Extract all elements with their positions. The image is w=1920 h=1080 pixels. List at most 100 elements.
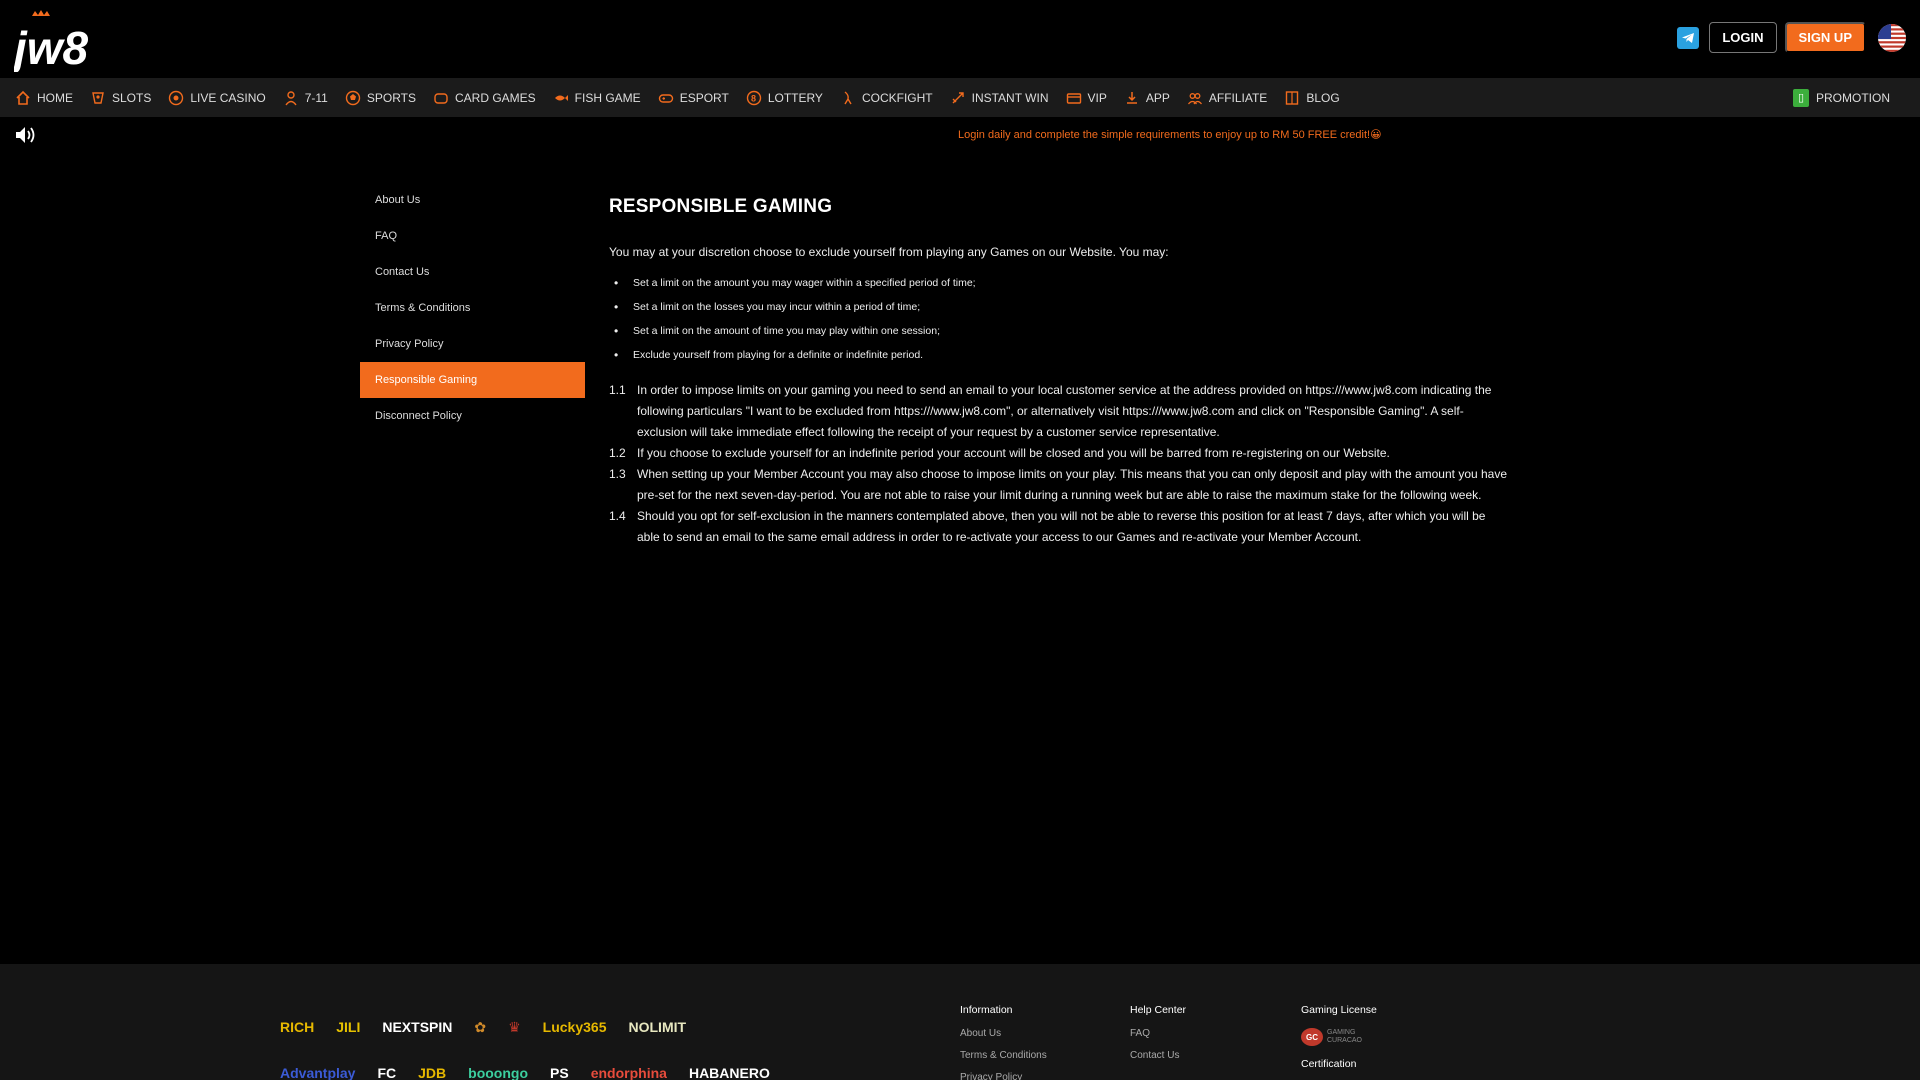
sidebar-item-contact-us[interactable]: Contact Us <box>360 254 585 290</box>
gc-badge: GC <box>1301 1028 1323 1046</box>
list-item: Set a limit on the amount you may wager … <box>609 275 1509 299</box>
nav-item-esport[interactable]: ESPORT <box>657 78 729 117</box>
clauses-list: 1.1 In order to impose limits on your ga… <box>609 380 1509 548</box>
footer-information: Information About Us Terms & Conditions … <box>960 1004 1047 1080</box>
nav-label: CARD GAMES <box>454 90 536 105</box>
list-item: Exclude yourself from playing for a defi… <box>609 347 1509 371</box>
nav-label: VIP <box>1087 90 1107 105</box>
clause-item: 1.3 When setting up your Member Account … <box>609 464 1509 506</box>
site-header: jw8 LOGIN SIGN UP <box>0 0 1920 78</box>
app-icon <box>1123 89 1141 107</box>
nav-label: HOME <box>37 90 73 105</box>
nav-label: 7-11 <box>304 90 328 105</box>
provider-logo: JDB <box>418 1065 447 1080</box>
nav-item-slots[interactable]: SLOTS <box>89 78 151 117</box>
nav-item-7-11[interactable]: 7-11 <box>282 78 328 117</box>
provider-logo: endorphina <box>590 1065 667 1080</box>
sports-icon <box>344 89 362 107</box>
blog-icon <box>1283 89 1301 107</box>
lottery-icon: 8 <box>745 89 763 107</box>
provider-logo: Lucky365 <box>542 1019 607 1035</box>
list-item: Set a limit on the losses you may incur … <box>609 299 1509 323</box>
footer-link-privacy-policy[interactable]: Privacy Policy <box>960 1072 1047 1080</box>
us-flag-icon[interactable] <box>1878 23 1906 52</box>
live-casino-icon <box>167 89 185 107</box>
nav-label: LIVE CASINO <box>190 90 266 105</box>
nav-item-fish-game[interactable]: FISH GAME <box>552 78 641 117</box>
speaker-icon[interactable] <box>14 124 40 146</box>
nav-item-vip[interactable]: VIP <box>1065 78 1107 117</box>
telegram-icon[interactable] <box>1677 26 1700 49</box>
login-button[interactable]: LOGIN <box>1709 22 1777 53</box>
provider-logo: HABANERO <box>688 1065 770 1080</box>
clause-item: 1.4 Should you opt for self-exclusion in… <box>609 506 1509 548</box>
intro-paragraph: You may at your discretion choose to exc… <box>609 245 1169 259</box>
nav-item-lottery[interactable]: 8 LOTTERY <box>745 78 823 117</box>
slots-icon <box>89 89 107 107</box>
footer-link-about-us[interactable]: About Us <box>960 1028 1047 1039</box>
sidebar-item-about-us[interactable]: About Us <box>360 182 585 218</box>
provider-logo: NOLIMIT <box>628 1019 687 1035</box>
seven-eleven-icon <box>282 89 300 107</box>
provider-logo: FC <box>377 1065 397 1080</box>
game-providers: RICH JILI NEXTSPIN ✿ ♛ Lucky365 NOLIMIT Advant… <box>280 1004 780 1080</box>
jw8-logo[interactable]: jw8 <box>9 8 104 74</box>
clause-item: 1.1 In order to impose limits on your ga… <box>609 380 1509 443</box>
sidebar-item-terms-conditions[interactable]: Terms & Conditions <box>360 290 585 326</box>
sidebar-item-privacy-policy[interactable]: Privacy Policy <box>360 326 585 362</box>
providers-row: RICH JILI NEXTSPIN ✿ ♛ Lucky365 NOLIMIT <box>280 1004 780 1050</box>
footer-link-contact-us[interactable]: Contact Us <box>1130 1050 1186 1061</box>
instant-win-icon <box>949 89 967 107</box>
nav-item-cockfight[interactable]: COCKFIGHT <box>839 78 933 117</box>
nav-item-live-casino[interactable]: LIVE CASINO <box>167 78 266 117</box>
nav-item-app[interactable]: APP <box>1123 78 1170 117</box>
nav-label: BLOG <box>1306 90 1340 105</box>
page-title: RESPONSIBLE GAMING <box>609 196 833 217</box>
clause-item: 1.2 If you choose to exclude yourself fo… <box>609 443 1509 464</box>
nav-item-sports[interactable]: SPORTS <box>344 78 416 117</box>
footer-heading: Information <box>960 1004 1013 1016</box>
provider-logo: Advantplay <box>280 1065 356 1080</box>
info-sidebar: About Us FAQ Contact Us Terms & Conditio… <box>360 182 585 434</box>
nav-label: INSTANT WIN <box>971 90 1049 105</box>
gc-caption: GAMING CURACAO <box>1327 1029 1363 1044</box>
nav-item-instant-win[interactable]: INSTANT WIN <box>949 78 1049 117</box>
gift-icon: ▯ <box>1793 88 1809 107</box>
providers-row: Advantplay FC JDB booongo PS endorphina HABANE… <box>280 1050 780 1080</box>
footer-heading: Gaming License <box>1301 1004 1377 1016</box>
signup-button[interactable]: SIGN UP <box>1784 22 1866 53</box>
clause-number: 1.4 <box>609 509 626 523</box>
svg-text:8: 8 <box>751 93 756 103</box>
sidebar-item-disconnect-policy[interactable]: Disconnect Policy <box>360 398 585 434</box>
home-icon <box>14 89 32 107</box>
provider-logo: NEXTSPIN <box>382 1019 453 1035</box>
nav-label: AFFILIATE <box>1208 90 1268 105</box>
nav-label: FISH GAME <box>574 90 641 105</box>
nav-item-home[interactable]: HOME <box>14 78 73 117</box>
footer-heading: Certification <box>1301 1058 1357 1070</box>
clause-number: 1.1 <box>609 383 626 397</box>
clause-text: When setting up your Member Account you … <box>637 467 1508 502</box>
footer-heading: Help Center <box>1130 1004 1187 1016</box>
nav-label: COCKFIGHT <box>861 90 933 105</box>
nav-label: LOTTERY <box>767 90 823 105</box>
footer-link-faq[interactable]: FAQ <box>1130 1028 1186 1039</box>
nav-item-affiliate[interactable]: AFFILIATE <box>1186 78 1267 117</box>
nav-item-promotion[interactable]: ▯ PROMOTION <box>1793 78 1890 117</box>
provider-logo: ✿ <box>474 1018 487 1035</box>
affiliate-icon <box>1186 89 1204 107</box>
footer-help-center: Help Center FAQ Contact Us <box>1130 1004 1186 1072</box>
announcement-marquee: Login daily and complete the simple requ… <box>958 129 1382 141</box>
sidebar-item-faq[interactable]: FAQ <box>360 218 585 254</box>
header-actions: LOGIN SIGN UP <box>1677 22 1906 53</box>
footer-link-terms-conditions[interactable]: Terms & Conditions <box>960 1050 1047 1061</box>
provider-logo: ♛ <box>508 1018 521 1035</box>
nav-item-blog[interactable]: BLOG <box>1283 78 1340 117</box>
fish-game-icon <box>552 89 570 107</box>
vip-icon <box>1065 89 1083 107</box>
nav-item-card-games[interactable]: CARD GAMES <box>432 78 536 117</box>
site-footer: RICH JILI NEXTSPIN ✿ ♛ Lucky365 NOLIMIT Advant… <box>0 964 1920 1080</box>
sidebar-item-responsible-gaming[interactable]: Responsible Gaming <box>360 362 585 398</box>
main-nav: HOME SLOTS LIVE CASINO 7-11 SPORTS CARD … <box>0 78 1920 117</box>
main-content: RESPONSIBLE GAMING You may at your discr… <box>609 196 1509 548</box>
